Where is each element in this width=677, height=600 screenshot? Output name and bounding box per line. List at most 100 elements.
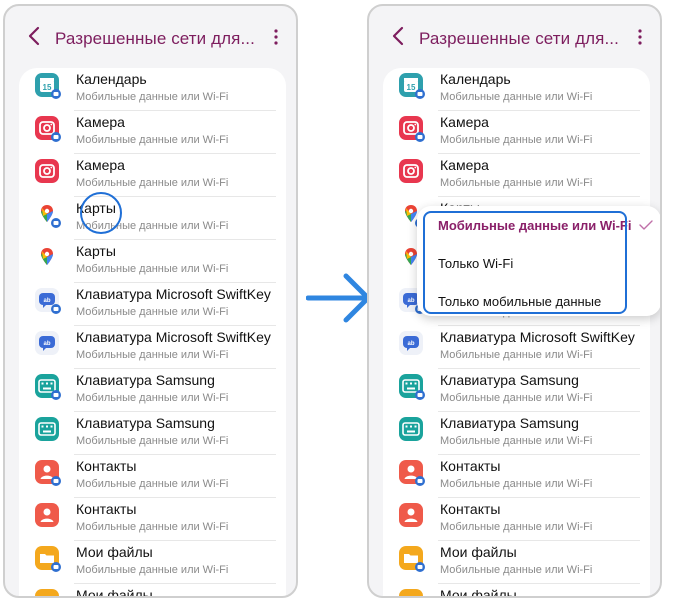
app-name: Клавиатура Samsung <box>440 372 579 388</box>
page-title: Разрешенные сети для... <box>55 29 255 48</box>
app-name: Клавиатура Samsung <box>440 415 579 431</box>
app-name: Мои файлы <box>76 587 153 598</box>
phone-screen-after: Разрешенные сети для... 15 Календарь Мобил… <box>367 4 662 598</box>
app-network-setting: Мобильные данные или Wi-Fi <box>440 91 593 103</box>
app-network-setting: Мобильные данные или Wi-Fi <box>440 478 593 490</box>
contacts-icon <box>35 460 61 486</box>
app-network-setting: Мобильные данные или Wi-Fi <box>440 349 593 361</box>
app-list-item[interactable]: Контакты Мобильные данные или Wi-Fi <box>19 455 286 498</box>
app-network-setting: Мобильные данные или Wi-Fi <box>440 435 593 447</box>
page-title: Разрешенные сети для... <box>419 29 619 48</box>
contacts-icon <box>35 503 59 527</box>
app-network-setting: Мобильные данные или Wi-Fi <box>76 177 229 189</box>
app-list-item[interactable]: ab Клавиатура Microsoft SwiftKey Мобильные… <box>383 326 650 369</box>
app-list: 15 Календарь Мобильные данные или Wi-Fi Кам… <box>383 68 650 598</box>
swiftkey-icon: ab <box>35 288 61 314</box>
app-network-setting: Мобильные данные или Wi-Fi <box>76 478 229 490</box>
app-name: Мои файлы <box>76 544 153 560</box>
app-list-item[interactable]: Камера Мобильные данные или Wi-Fi <box>383 154 650 197</box>
my-files-icon <box>35 546 61 572</box>
checkmark-icon <box>639 220 653 230</box>
app-list-item[interactable]: 15 Календарь Мобильные данные или Wi-Fi <box>19 68 286 111</box>
back-arrow-icon[interactable] <box>389 25 409 47</box>
app-list-item[interactable]: Клавиатура Samsung Мобильные данные или W… <box>19 369 286 412</box>
samsung-keyboard-icon <box>399 374 425 400</box>
google-maps-icon <box>35 245 59 269</box>
app-network-setting: Мобильные данные или Wi-Fi <box>76 564 229 576</box>
app-name: Клавиатура Samsung <box>76 415 215 431</box>
app-list-item[interactable]: Клавиатура Samsung Мобильные данные или W… <box>383 369 650 412</box>
app-list-item[interactable]: Контакты Мобильные данные или Wi-Fi <box>383 498 650 541</box>
my-files-icon <box>35 589 59 596</box>
app-list-item[interactable]: Клавиатура Samsung Мобильные данные или W… <box>383 412 650 455</box>
app-name: Камера <box>440 114 489 130</box>
app-name: Клавиатура Microsoft SwiftKey <box>440 329 635 345</box>
app-list-item[interactable]: Мои файлы Мобильные данные или Wi-Fi <box>19 541 286 584</box>
app-list-item[interactable]: 15 Календарь Мобильные данные или Wi-Fi <box>383 68 650 111</box>
svg-text:ab: ab <box>407 341 414 347</box>
google-maps-icon <box>35 202 61 228</box>
samsung-keyboard-icon <box>399 417 423 441</box>
app-name: Клавиатура Microsoft SwiftKey <box>76 286 271 302</box>
app-name: Мои файлы <box>440 587 517 598</box>
app-list-item[interactable]: КартыМобильные данные или Wi-Fi <box>19 197 286 240</box>
app-name: Календарь <box>440 71 511 87</box>
tap-indicator <box>80 192 122 234</box>
app-list-item[interactable]: Клавиатура Samsung Мобильные данные или W… <box>19 412 286 455</box>
app-list-item[interactable]: Камера Мобильные данные или Wi-Fi <box>19 154 286 197</box>
camera-icon <box>399 159 423 183</box>
app-list-item[interactable]: Контакты Мобильные данные или Wi-Fi <box>383 455 650 498</box>
camera-icon <box>35 116 61 142</box>
svg-text:ab: ab <box>407 298 414 304</box>
network-options-dropdown: Мобильные данные или Wi-Fi Только Wi-Fi … <box>417 206 660 316</box>
app-list-item[interactable]: Мои файлыМобильные данные или Wi-Fi <box>19 584 286 598</box>
app-network-setting: Мобильные данные или Wi-Fi <box>440 177 593 189</box>
app-network-setting: Мобильные данные или Wi-Fi <box>76 435 229 447</box>
app-network-setting: Мобильные данные или Wi-Fi <box>440 521 593 533</box>
app-list-item[interactable]: Камера Мобильные данные или Wi-Fi <box>383 111 650 154</box>
app-bar: Разрешенные сети для... <box>5 6 296 66</box>
svg-text:ab: ab <box>43 341 50 347</box>
app-list-item[interactable]: Мои файлыМобильные данные или Wi-Fi <box>383 584 650 598</box>
more-options-icon[interactable] <box>635 28 645 46</box>
app-name: Камера <box>76 157 125 173</box>
more-options-icon[interactable] <box>271 28 281 46</box>
samsung-keyboard-icon <box>35 417 59 441</box>
samsung-keyboard-icon <box>35 374 61 400</box>
contacts-icon <box>399 460 425 486</box>
app-name: Карты <box>76 243 116 259</box>
app-name: Контакты <box>76 501 137 517</box>
app-network-setting: Мобильные данные или Wi-Fi <box>76 134 229 146</box>
app-list: 15 Календарь Мобильные данные или Wi-Fi Кам… <box>19 68 286 598</box>
calendar-icon: 15 <box>399 73 425 99</box>
app-name: Календарь <box>76 71 147 87</box>
arrow-right-icon <box>306 273 371 323</box>
app-network-setting: Мобильные данные или Wi-Fi <box>440 564 593 576</box>
app-network-setting: Мобильные данные или Wi-Fi <box>440 134 593 146</box>
app-list-item[interactable]: Камера Мобильные данные или Wi-Fi <box>19 111 286 154</box>
contacts-icon <box>399 503 423 527</box>
app-network-setting: Мобильные данные или Wi-Fi <box>440 392 593 404</box>
my-files-icon <box>399 546 425 572</box>
app-list-item[interactable]: Мои файлы Мобильные данные или Wi-Fi <box>383 541 650 584</box>
app-list-item[interactable]: ab Клавиатура Microsoft SwiftKey Мобильные… <box>19 283 286 326</box>
swiftkey-icon: ab <box>35 331 59 355</box>
swiftkey-icon: ab <box>399 331 423 355</box>
app-bar: Разрешенные сети для... <box>369 6 660 66</box>
camera-icon <box>399 116 425 142</box>
app-name: Контакты <box>76 458 137 474</box>
phone-screen-before: Разрешенные сети для... 15 Календарь Мобил… <box>3 4 298 598</box>
app-name: Камера <box>440 157 489 173</box>
app-name: Клавиатура Microsoft SwiftKey <box>76 329 271 345</box>
app-network-setting: Мобильные данные или Wi-Fi <box>76 521 229 533</box>
app-name: Контакты <box>440 458 501 474</box>
back-arrow-icon[interactable] <box>25 25 45 47</box>
app-list-item[interactable]: Контакты Мобильные данные или Wi-Fi <box>19 498 286 541</box>
app-name: Клавиатура Samsung <box>76 372 215 388</box>
app-name: Мои файлы <box>440 544 517 560</box>
app-list-item[interactable]: КартыМобильные данные или Wi-Fi <box>19 240 286 283</box>
calendar-icon: 15 <box>35 73 61 99</box>
app-list-item[interactable]: ab Клавиатура Microsoft SwiftKey Мобильные… <box>19 326 286 369</box>
camera-icon <box>35 159 59 183</box>
my-files-icon <box>399 589 423 596</box>
